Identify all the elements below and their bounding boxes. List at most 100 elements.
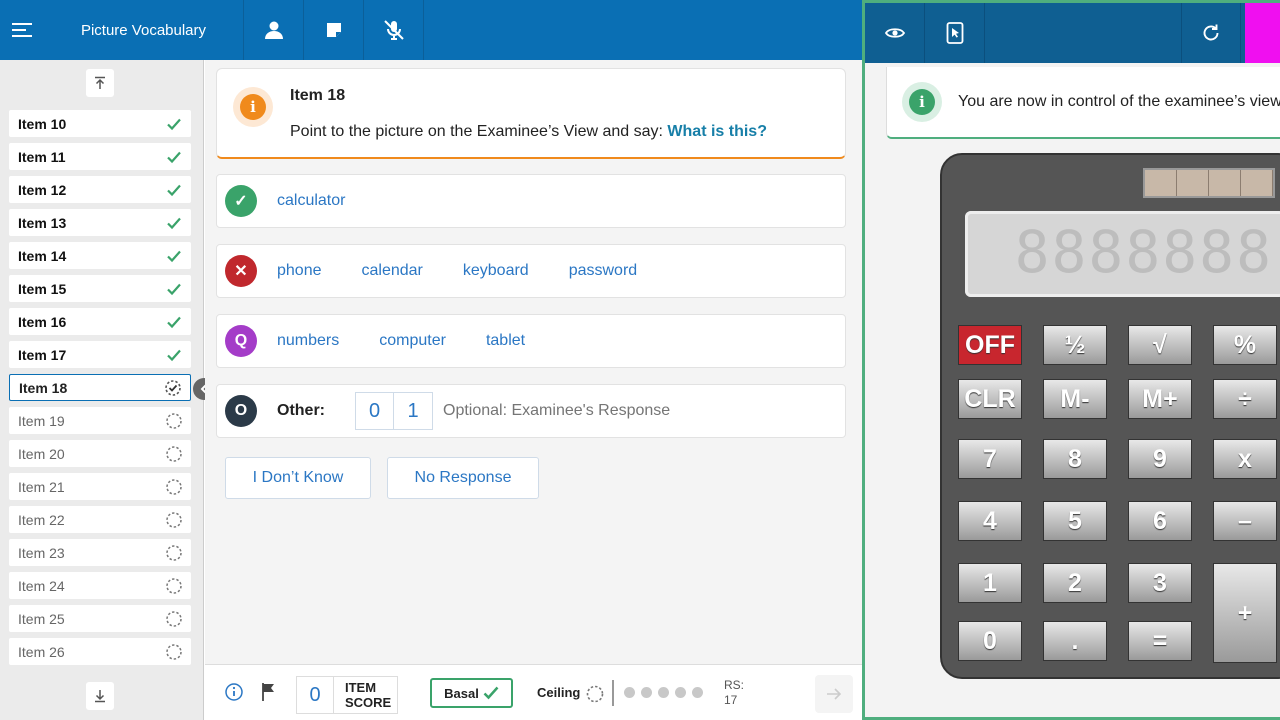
prompt-instruction: Point to the picture on the Examinee’s V… xyxy=(290,123,767,141)
examinee-info-button[interactable] xyxy=(244,0,304,60)
sidebar-item[interactable]: Item 11 xyxy=(9,143,191,170)
sidebar-item[interactable]: Item 18 xyxy=(9,374,191,401)
microphone-off-icon xyxy=(383,20,404,40)
progress-dot xyxy=(675,687,686,698)
info-badge: i xyxy=(233,87,273,127)
notes-button[interactable] xyxy=(304,0,364,60)
sidebar-item[interactable]: Item 17 xyxy=(9,341,191,368)
response-word[interactable]: keyboard xyxy=(463,262,529,280)
prompt-card: i Item 18 Point to the picture on the Ex… xyxy=(216,68,846,159)
in-progress-icon xyxy=(165,379,181,396)
response-word[interactable]: password xyxy=(569,262,637,280)
separator xyxy=(612,680,614,706)
control-notice: i You are now in control of the examinee… xyxy=(886,67,1280,139)
response-word[interactable]: phone xyxy=(277,262,322,280)
sidebar-item-label: Item 20 xyxy=(18,445,65,462)
sidebar-item[interactable]: Item 25 xyxy=(9,605,191,632)
pending-icon xyxy=(166,643,182,660)
correct-check-icon[interactable]: ✓ xyxy=(225,185,257,217)
info-button[interactable] xyxy=(225,683,243,706)
sidebar-item[interactable]: Item 12 xyxy=(9,176,191,203)
response-word[interactable]: calendar xyxy=(362,262,423,280)
top-bar: Picture Vocabulary xyxy=(0,0,862,60)
sidebar-item[interactable]: Item 22 xyxy=(9,506,191,533)
sidebar-item[interactable]: Item 24 xyxy=(9,572,191,599)
calculator-key: M- xyxy=(1043,379,1107,419)
bottom-bar: 0 ITEM SCORE Basal Ceiling RS: 17 xyxy=(205,664,862,720)
calculator-key: M+ xyxy=(1128,379,1192,419)
sidebar-item[interactable]: Item 15 xyxy=(9,275,191,302)
sidebar-item-label: Item 23 xyxy=(18,544,65,561)
check-icon xyxy=(167,283,181,295)
score-zero-button[interactable]: 0 xyxy=(355,392,394,430)
sidebar-item-label: Item 21 xyxy=(18,478,65,495)
flag-button[interactable] xyxy=(260,682,278,707)
microphone-button[interactable] xyxy=(364,0,424,60)
display-digits: 8888888 xyxy=(1014,218,1273,286)
sidebar-item[interactable]: Item 26 xyxy=(9,638,191,665)
other-o-icon: O xyxy=(225,395,257,427)
hamburger-menu-icon xyxy=(12,23,32,37)
other-response-row: O Other: 0 1 xyxy=(216,384,846,438)
response-word[interactable]: calculator xyxy=(277,192,345,210)
control-examinee-button[interactable] xyxy=(925,3,985,63)
basal-badge: Basal xyxy=(430,678,513,708)
info-icon: i xyxy=(240,94,266,120)
sidebar-item-label: Item 17 xyxy=(18,346,67,363)
dont-know-button[interactable]: I Don’t Know xyxy=(225,457,371,499)
no-response-button[interactable]: No Response xyxy=(387,457,539,499)
tablet-pointer-icon xyxy=(946,22,963,44)
pending-icon xyxy=(166,610,182,627)
sidebar-item-label: Item 26 xyxy=(18,643,65,660)
response-word[interactable]: numbers xyxy=(277,332,339,350)
sidebar-item[interactable]: Item 16 xyxy=(9,308,191,335)
examinee-response-input[interactable] xyxy=(443,402,703,420)
sidebar-item[interactable]: Item 13 xyxy=(9,209,191,236)
calculator-key: 7 xyxy=(958,439,1022,479)
sidebar-item[interactable]: Item 20 xyxy=(9,440,191,467)
sidebar-item[interactable]: Item 14 xyxy=(9,242,191,269)
calculator-picture[interactable]: 8888888 OFF ½ √% CLR M- M+ ÷ 7 8 9 x 4 5 6– 1 2 3 +0. = xyxy=(940,153,1280,679)
check-icon xyxy=(167,118,181,130)
refresh-button[interactable] xyxy=(1181,3,1241,63)
ceiling-pending-icon xyxy=(586,685,604,703)
query-responses-row: Q numbers computer tablet xyxy=(216,314,846,368)
solar-panel xyxy=(1143,168,1275,198)
main-panel: i Item 18 Point to the picture on the Ex… xyxy=(205,60,862,664)
check-icon xyxy=(167,217,181,229)
sidebar-item[interactable]: Item 10 xyxy=(9,110,191,137)
sidebar-item-label: Item 19 xyxy=(18,412,65,429)
calculator-key: ½ xyxy=(1043,325,1107,365)
ceiling-label: Ceiling xyxy=(537,685,581,700)
item-score-label-line2: SCORE xyxy=(345,695,392,710)
sidebar-item[interactable]: Item 23 xyxy=(9,539,191,566)
sidebar-item[interactable]: Item 21 xyxy=(9,473,191,500)
calculator-display: 8888888 xyxy=(965,211,1280,297)
response-word[interactable]: computer xyxy=(379,332,446,350)
next-item-button[interactable] xyxy=(815,675,853,713)
sidebar-item-label: Item 14 xyxy=(18,247,67,264)
examinee-view-panel: i You are now in control of the examinee… xyxy=(862,0,1280,720)
check-icon xyxy=(167,316,181,328)
query-q-icon[interactable]: Q xyxy=(225,325,257,357)
calculator-key: 8 xyxy=(1043,439,1107,479)
menu-button[interactable] xyxy=(0,0,44,60)
check-icon xyxy=(167,250,181,262)
calculator-key: 1 xyxy=(958,563,1022,603)
person-icon xyxy=(264,21,283,39)
incorrect-responses-row: ✕ phone calendar keyboard password xyxy=(216,244,846,298)
notice-text: You are now in control of the examinee’s… xyxy=(958,93,1280,110)
view-toggle-button[interactable] xyxy=(865,3,925,63)
calculator-key: CLR xyxy=(958,379,1022,419)
item-list: Item 10 Item 11 Item 12 Item 13 Item 14 Item … xyxy=(0,104,204,676)
arrow-down-to-bottom-icon xyxy=(95,690,105,703)
examinee-toolbar xyxy=(865,3,1280,63)
score-one-button[interactable]: 1 xyxy=(394,392,433,430)
sidebar-item[interactable]: Item 19 xyxy=(9,407,191,434)
scroll-to-top-button[interactable] xyxy=(86,69,114,97)
scroll-to-bottom-button[interactable] xyxy=(86,682,114,710)
incorrect-x-icon[interactable]: ✕ xyxy=(225,255,257,287)
calculator-key: ÷ xyxy=(1213,379,1277,419)
response-word[interactable]: tablet xyxy=(486,332,525,350)
